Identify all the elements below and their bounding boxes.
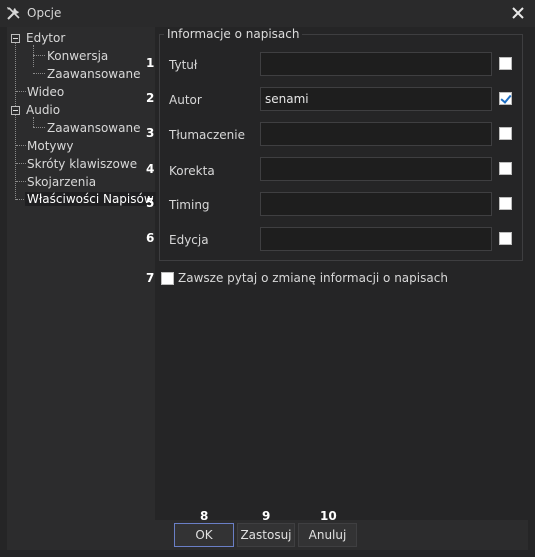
always-ask-label[interactable]: Zawsze pytaj o zmianę informacji o napis… (178, 271, 448, 285)
marker-5: 5 (146, 196, 155, 210)
tree-item-skojarzenia[interactable]: Skojarzenia (27, 175, 96, 189)
tree-item-wideo[interactable]: Wideo (27, 85, 64, 99)
marker-7: 7 (146, 271, 155, 285)
field-label-autor: Autor (169, 93, 202, 107)
tree-connector (33, 45, 34, 67)
timing-checkbox[interactable] (499, 197, 512, 210)
tree-connector (15, 114, 16, 200)
tree-connector (16, 181, 26, 182)
window-title: Opcje (27, 6, 62, 20)
field-label-timing: Timing (169, 198, 210, 212)
tree-item-audio[interactable]: Audio (26, 103, 60, 117)
tree-item-wlasciwosci-napisow[interactable]: Właściwości Napisów (25, 192, 156, 206)
field-label-korekta: Korekta (169, 164, 215, 178)
tools-icon (7, 7, 20, 20)
collapse-icon[interactable] (11, 106, 20, 115)
marker-3: 3 (146, 126, 155, 140)
cancel-button[interactable]: Anuluj (298, 523, 357, 547)
tree-item-zaawansowane-audio[interactable]: Zaawansowane (47, 121, 140, 135)
author-checkbox[interactable] (499, 92, 512, 105)
title-input[interactable] (260, 52, 492, 76)
editing-checkbox[interactable] (499, 232, 512, 245)
editing-input[interactable] (260, 227, 492, 251)
tree-connector (33, 73, 45, 74)
proofreading-input[interactable] (260, 157, 492, 181)
marker-1: 1 (146, 56, 155, 70)
marker-4: 4 (146, 162, 155, 176)
group-title: Informacje o napisach (164, 27, 303, 41)
collapse-icon[interactable] (11, 34, 20, 43)
tree-item-konwersja[interactable]: Konwersja (47, 49, 108, 63)
field-label-tlumaczenie: Tłumaczenie (169, 128, 245, 142)
proofreading-checkbox[interactable] (499, 162, 512, 175)
tree-connector (33, 117, 34, 127)
title-checkbox[interactable] (499, 57, 512, 70)
tree-item-edytor[interactable]: Edytor (26, 31, 65, 45)
marker-2: 2 (146, 91, 155, 105)
title-bar: Opcje (0, 0, 535, 27)
tree-connector (33, 55, 45, 56)
tree-connector (15, 43, 16, 106)
tree-item-skroty-klawiszowe[interactable]: Skróty klawiszowe (27, 157, 137, 171)
marker-6: 6 (146, 231, 155, 245)
tree-item-zaawansowane-edytor[interactable]: Zaawansowane (47, 67, 140, 81)
field-label-tytul: Tytuł (169, 58, 198, 72)
ok-button[interactable]: OK (174, 523, 234, 547)
field-label-edycja: Edycja (169, 233, 209, 247)
apply-button[interactable]: Zastosuj (237, 523, 295, 547)
always-ask-checkbox[interactable] (161, 272, 174, 285)
translation-checkbox[interactable] (499, 127, 512, 140)
timing-input[interactable] (260, 192, 492, 216)
tree-connector (33, 127, 45, 128)
options-tree: Edytor Konwersja Zaawansowane Wideo Audi… (7, 27, 156, 520)
tree-item-motywy[interactable]: Motywy (27, 139, 73, 153)
close-icon[interactable] (510, 5, 526, 21)
tree-connector (16, 145, 26, 146)
translation-input[interactable] (260, 122, 492, 146)
tree-connector (16, 163, 26, 164)
author-input[interactable]: senami (260, 87, 492, 111)
tree-connector (16, 91, 26, 92)
